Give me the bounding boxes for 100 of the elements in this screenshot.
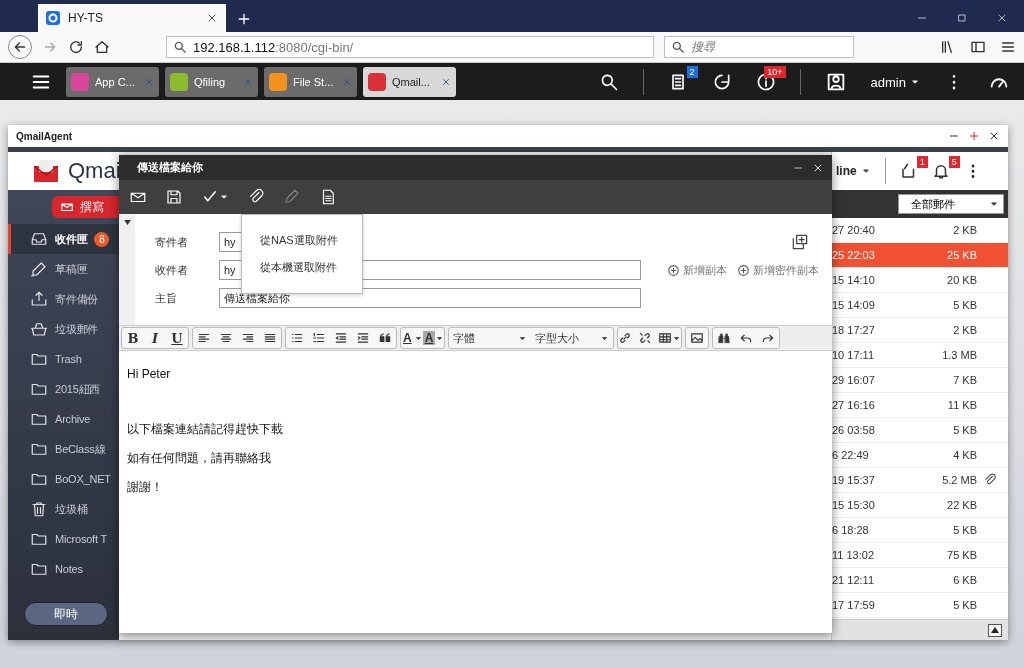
compose-button[interactable]: 撰寫 [52,196,119,218]
folder-item[interactable]: 寄件備份 [8,284,119,314]
folder-item[interactable]: 垃圾郵件 [8,314,119,344]
size-cell-text: 5.2 MB [941,474,978,486]
align-icon[interactable] [197,331,211,345]
date-cell-text: 18 17:27 [832,324,876,336]
popout-icon[interactable] [790,232,810,252]
body-text: Hi Peter [127,367,172,381]
size-cell-text: 7 KB [952,374,978,386]
date-cell-text: 10 17:11 [832,349,875,361]
table-icon[interactable] [658,331,673,345]
maximize-icon[interactable] [968,130,980,142]
font-size-dropdown[interactable]: 字型大小 [531,330,614,346]
reload-icon[interactable] [68,39,84,55]
date-cell-text: 26 03:58 [832,424,876,436]
size-cell-text: 20 KB [946,274,978,286]
close-icon[interactable] [996,12,1008,24]
size-cell-text: 25 KB [946,249,978,261]
folder-item[interactable]: 收件匣 8 [8,224,119,254]
search-icon[interactable] [598,72,619,92]
unlink-icon[interactable] [638,331,653,345]
status-menu[interactable]: line [836,164,871,178]
bullet-list-icon[interactable] [290,331,304,345]
menu-item[interactable]: 從NAS選取附件 [242,230,362,251]
save-button[interactable] [165,188,183,206]
date-cell-text: 27 20:40 [832,224,876,236]
text-color-button[interactable]: A [401,331,414,345]
folder-item[interactable]: 草稿匣 [8,254,119,284]
size-cell-text: 75 KB [946,549,978,561]
folder-item[interactable]: Microsoft T [8,524,119,554]
date-cell-text: 25 22:03 [832,249,876,261]
app-logo-text: Qmai [68,158,121,184]
count-badge: 8 [94,231,110,247]
size-cell-text: 1.3 MB [941,349,978,361]
undo-icon[interactable] [739,331,754,345]
outdent-icon[interactable] [334,331,348,345]
font-dropdown[interactable]: 字體 [449,330,532,346]
field-label: 寄件者 [155,234,189,250]
body-text: 謝謝！ [127,479,164,496]
size-cell-text: 5 KB [952,599,978,611]
quote-icon[interactable] [378,331,392,345]
envelope-logo-icon [34,160,58,182]
filter-dropdown[interactable]: 全部郵件 [898,194,1004,214]
site-icon [46,11,60,25]
inbox-icon [30,230,48,248]
indent-icon[interactable] [356,331,370,345]
folder-item[interactable]: Notes [8,554,119,584]
binoculars-icon[interactable] [717,331,732,345]
url-field[interactable]: 192.168.1.112:8080/cgi-bin/ [166,36,654,58]
size-cell-text: 4 KB [952,449,978,461]
window-title: QmailAgent [16,130,74,142]
bell-icon[interactable] [931,162,950,180]
add-recipient-link[interactable]: 新增副本 [667,262,727,278]
align-icon[interactable] [219,331,233,345]
mail-row[interactable]: 25 22:03 25 KB [832,243,1008,268]
close-icon[interactable] [206,12,218,24]
date-cell-text: 11 13:02 [832,549,875,561]
folder-item[interactable]: BeClass線 [8,434,119,464]
redo-icon[interactable] [761,331,776,345]
folder-item[interactable]: BoOX_NET [8,464,119,494]
date-cell-text: 15 15:30 [832,499,876,511]
date-cell-text: 15 14:10 [832,274,876,286]
folder-item[interactable]: 2015紐西 [8,374,119,404]
size-cell-text: 5 KB [952,299,978,311]
align-icon[interactable] [263,331,277,345]
body-text: 如有任何問題，請再聯絡我 [127,450,272,467]
browser-tab[interactable]: HY-TS [38,4,226,32]
user-menu[interactable]: admin [870,74,920,90]
app-tab[interactable]: App C... [66,67,159,97]
app-tab[interactable]: Qmail... [363,67,456,97]
date-cell-text: 19 15:37 [832,474,876,486]
numbered-list-icon[interactable] [312,331,326,345]
maximize-icon[interactable] [956,12,968,24]
menu-item[interactable]: 從本機選取附件 [242,257,362,278]
back-icon[interactable] [12,39,28,55]
highlight-color-button[interactable]: A [422,331,436,345]
size-cell-text: 22 KB [946,499,978,511]
app-tab[interactable]: Qfiling [165,67,258,97]
size-cell-text: 2 KB [952,324,978,336]
date-cell-text: 6 18:28 [832,524,870,536]
format-button[interactable]: B [122,328,144,348]
new-tab-icon[interactable] [236,11,252,27]
link-icon[interactable] [618,331,633,345]
add-recipient-link[interactable]: 新增密件副本 [737,262,819,278]
format-button[interactable]: I [144,328,166,348]
sync-button[interactable]: 即時 [24,602,108,626]
search-field[interactable]: 搜尋 [664,36,854,58]
trash-icon [30,500,48,518]
close-icon[interactable] [988,130,1000,142]
home-icon[interactable] [94,39,110,55]
folder-item[interactable]: Archive [8,404,119,434]
app-tab[interactable]: File St... [264,67,357,97]
image-icon[interactable] [690,331,705,345]
folder-item[interactable]: 垃圾桶 [8,494,119,524]
sidebar-icon[interactable] [970,39,986,55]
align-icon[interactable] [241,331,255,345]
format-button[interactable]: U [166,328,188,348]
collapse-icon[interactable] [123,220,131,225]
scroll-top-button[interactable] [988,623,1002,637]
folder-item[interactable]: Trash [8,344,119,374]
